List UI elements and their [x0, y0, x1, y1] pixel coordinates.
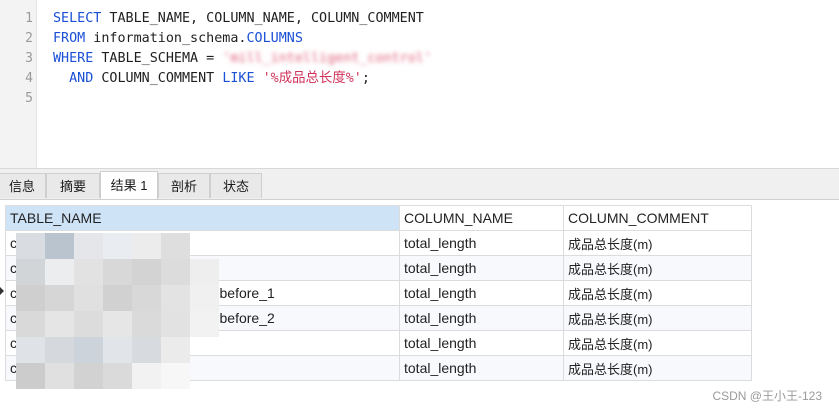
line-number: 1	[25, 11, 33, 26]
watermark: CSDN @王小王-123	[712, 389, 822, 403]
cell-column-name[interactable]: total_length	[399, 305, 564, 331]
column-header-column-comment[interactable]: COLUMN_COMMENT	[563, 205, 752, 231]
column-header-column-name[interactable]: COLUMN_NAME	[399, 205, 564, 231]
code-line-1[interactable]: SELECT TABLE_NAME, COLUMN_NAME, COLUMN_C…	[53, 9, 424, 29]
cell-column-comment[interactable]: 成品总长度(m)	[563, 330, 752, 356]
cell-column-name[interactable]: total_length	[399, 355, 564, 381]
sql-text: information_schema.	[85, 31, 247, 46]
cell-column-comment[interactable]: 成品总长度(m)	[563, 280, 752, 306]
cell-column-comment[interactable]: 成品总长度(m)	[563, 355, 752, 381]
line-number: 4	[25, 71, 33, 86]
sql-keyword: LIKE	[222, 71, 255, 86]
column-header-table-name[interactable]: TABLE_NAME	[5, 205, 400, 231]
sql-text: COLUMN_COMMENT	[93, 71, 223, 86]
code-line-3[interactable]: WHERE TABLE_SCHEMA = 'mill_intelligent_c…	[53, 49, 432, 69]
line-number: 2	[25, 31, 33, 46]
cell-column-name[interactable]: total_length	[399, 280, 564, 306]
current-row-indicator	[0, 287, 4, 295]
sql-keyword: WHERE	[53, 51, 94, 66]
result-tab-bar: 信息 摘要 结果 1 剖析 状态	[0, 168, 839, 200]
cell-column-comment[interactable]: 成品总长度(m)	[563, 255, 752, 281]
sql-string-redacted: 'mill_intelligent_control'	[222, 51, 432, 66]
line-number-gutter: 1 2 3 4 5	[0, 0, 37, 168]
tab-result-1[interactable]: 结果 1	[100, 171, 158, 199]
redaction-mosaic	[16, 233, 219, 393]
cell-column-name[interactable]: total_length	[399, 230, 564, 256]
sql-text: TABLE_NAME, COLUMN_NAME, COLUMN_COMMENT	[101, 11, 424, 26]
tab-status[interactable]: 状态	[210, 173, 262, 198]
tab-summary[interactable]: 摘要	[46, 173, 100, 198]
sql-string: '%成品总长度%'	[262, 71, 362, 86]
cell-column-comment[interactable]: 成品总长度(m)	[563, 230, 752, 256]
sql-indent	[53, 71, 69, 86]
sql-keyword: FROM	[53, 31, 86, 46]
sql-keyword: SELECT	[53, 11, 102, 26]
line-number: 5	[25, 91, 33, 106]
sql-keyword: AND	[69, 71, 94, 86]
cell-column-name[interactable]: total_length	[399, 255, 564, 281]
tab-profile[interactable]: 剖析	[158, 173, 210, 198]
code-line-4[interactable]: AND COLUMN_COMMENT LIKE '%成品总长度%';	[53, 69, 370, 89]
sql-editor[interactable]: 1 2 3 4 5 SELECT TABLE_NAME, COLUMN_NAME…	[0, 0, 839, 168]
line-number: 3	[25, 51, 33, 66]
cell-column-comment[interactable]: 成品总长度(m)	[563, 305, 752, 331]
sql-text: ;	[361, 71, 370, 86]
sql-text: TABLE_SCHEMA =	[93, 51, 223, 66]
sql-keyword: COLUMNS	[246, 31, 303, 46]
cell-column-name[interactable]: total_length	[399, 330, 564, 356]
grid-header-row: TABLE_NAME COLUMN_NAME COLUMN_COMMENT	[5, 205, 752, 231]
tab-info[interactable]: 信息	[0, 173, 46, 198]
code-line-2[interactable]: FROM information_schema.COLUMNS	[53, 29, 303, 49]
